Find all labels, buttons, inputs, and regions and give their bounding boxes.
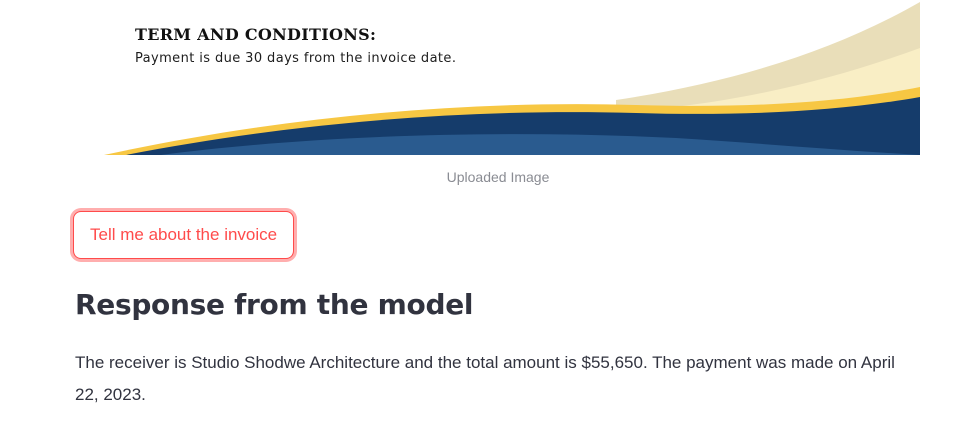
- terms-text: Payment is due 30 days from the invoice …: [135, 51, 457, 66]
- uploaded-invoice-image: TERM AND CONDITIONS: Payment is due 30 d…: [76, 0, 920, 155]
- tell-me-about-invoice-button[interactable]: Tell me about the invoice: [73, 211, 295, 259]
- response-heading: Response from the model: [75, 288, 474, 321]
- terms-heading: TERM AND CONDITIONS:: [135, 25, 377, 44]
- response-text: The receiver is Studio Shodwe Architectu…: [75, 353, 895, 404]
- image-caption: Uploaded Image: [446, 169, 550, 185]
- decorative-wave-graphic: [104, 2, 920, 155]
